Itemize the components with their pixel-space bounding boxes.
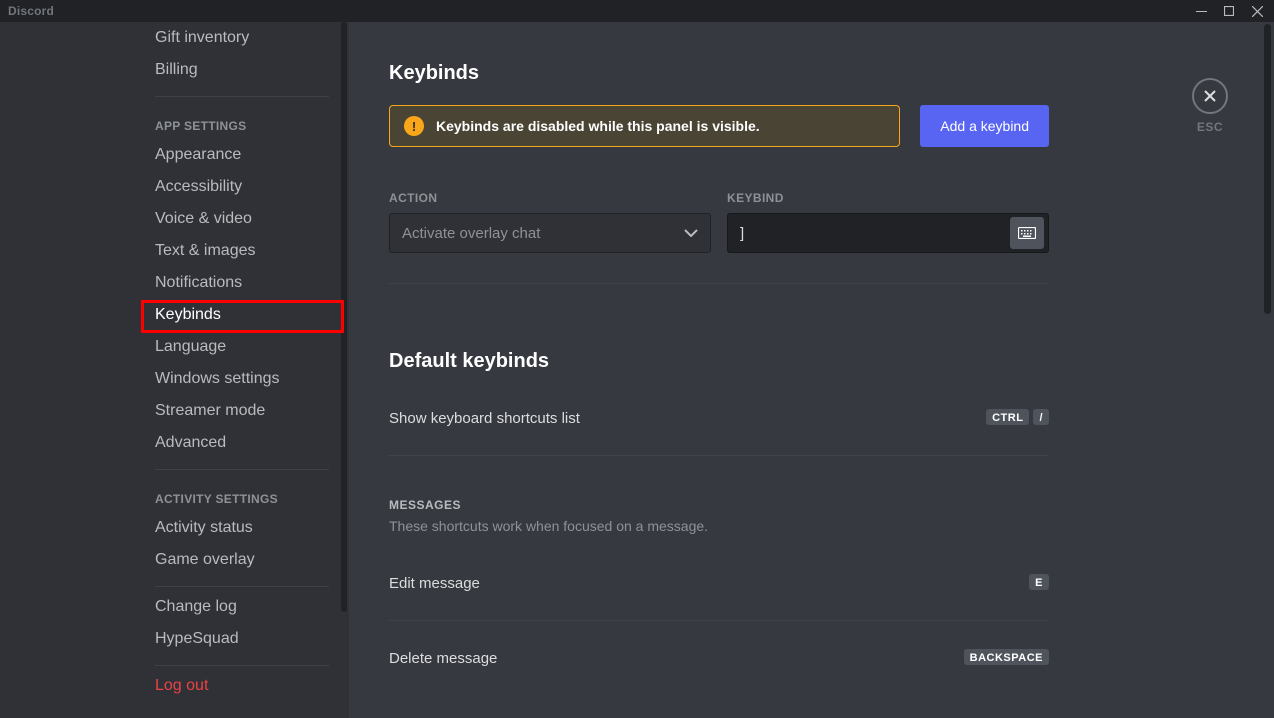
keybind-row-delete-message: Delete message BACKSPACE <box>389 649 1049 667</box>
close-settings-button[interactable] <box>1192 78 1228 114</box>
keybind-row-keys: E <box>1029 574 1049 592</box>
sidebar-item-change-log[interactable]: Change log <box>155 591 329 623</box>
sidebar-item-voice-video[interactable]: Voice & video <box>155 203 329 235</box>
settings-sidebar: Gift inventory Billing APP SETTINGS Appe… <box>0 22 349 718</box>
key-cap: CTRL <box>986 409 1029 427</box>
close-icon <box>1202 88 1218 104</box>
sidebar-header-app-settings: APP SETTINGS <box>155 101 329 139</box>
window-minimize-button[interactable] <box>1187 0 1215 22</box>
sidebar-item-advanced[interactable]: Advanced <box>155 427 329 459</box>
close-settings-label: ESC <box>1197 120 1223 134</box>
notice-banner: ! Keybinds are disabled while this panel… <box>389 105 900 147</box>
sidebar-item-language[interactable]: Language <box>155 331 329 363</box>
action-column-label: ACTION <box>389 191 711 205</box>
sidebar-item-text-images[interactable]: Text & images <box>155 235 329 267</box>
window-maximize-button[interactable] <box>1215 0 1243 22</box>
sidebar-item-activity-status[interactable]: Activity status <box>155 512 329 544</box>
keybind-row-keys: CTRL / <box>986 409 1049 427</box>
add-keybind-button[interactable]: Add a keybind <box>920 105 1049 147</box>
keybind-row-edit-message: Edit message E <box>389 574 1049 621</box>
sidebar-item-gift-inventory[interactable]: Gift inventory <box>155 22 329 54</box>
content-scroll-thumb[interactable] <box>1264 24 1271 314</box>
sidebar-item-streamer-mode[interactable]: Streamer mode <box>155 395 329 427</box>
sidebar-item-keybinds[interactable]: Keybinds <box>155 299 329 331</box>
keybind-row-show-shortcuts: Show keyboard shortcuts list CTRL / <box>389 409 1049 456</box>
sidebar-item-appearance[interactable]: Appearance <box>155 139 329 171</box>
titlebar: Discord <box>0 0 1274 22</box>
sidebar-item-billing[interactable]: Billing <box>155 54 329 86</box>
page-title: Keybinds <box>389 62 1049 85</box>
divider <box>155 586 329 587</box>
key-cap: BACKSPACE <box>964 649 1049 667</box>
sidebar-item-game-overlay[interactable]: Game overlay <box>155 544 329 576</box>
keybind-input[interactable]: ] <box>727 213 1049 253</box>
divider <box>155 665 329 666</box>
sidebar-item-windows-settings[interactable]: Windows settings <box>155 363 329 395</box>
divider <box>389 283 1049 284</box>
messages-section-header: MESSAGES <box>389 498 1049 512</box>
settings-content: Keybinds ! Keybinds are disabled while t… <box>349 22 1274 718</box>
sidebar-item-logout[interactable]: Log out <box>155 670 329 702</box>
notice-text: Keybinds are disabled while this panel i… <box>436 118 760 134</box>
keybind-row-label: Delete message <box>389 650 497 667</box>
action-select[interactable]: Activate overlay chat <box>389 213 711 253</box>
keybind-row-label: Show keyboard shortcuts list <box>389 410 580 427</box>
sidebar-item-hypesquad[interactable]: HypeSquad <box>155 623 329 655</box>
keybind-value: ] <box>740 225 744 242</box>
key-cap: E <box>1029 574 1049 592</box>
keybind-column-label: KEYBIND <box>727 191 1049 205</box>
warning-icon: ! <box>404 116 424 136</box>
keybind-row-label: Edit message <box>389 575 480 592</box>
sidebar-item-notifications[interactable]: Notifications <box>155 267 329 299</box>
sidebar-header-activity-settings: ACTIVITY SETTINGS <box>155 474 329 512</box>
keybind-row-keys: BACKSPACE <box>964 649 1049 667</box>
app-brand: Discord <box>8 4 54 18</box>
messages-section-desc: These shortcuts work when focused on a m… <box>389 518 1049 534</box>
action-select-value: Activate overlay chat <box>402 225 540 242</box>
key-cap: / <box>1033 409 1049 427</box>
sidebar-scroll-thumb[interactable] <box>341 22 347 612</box>
sidebar-item-accessibility[interactable]: Accessibility <box>155 171 329 203</box>
keyboard-icon[interactable] <box>1010 217 1044 249</box>
chevron-down-icon <box>684 226 698 240</box>
window-close-button[interactable] <box>1243 0 1271 22</box>
divider <box>155 96 329 97</box>
default-keybinds-title: Default keybinds <box>389 350 1049 373</box>
divider <box>155 469 329 470</box>
